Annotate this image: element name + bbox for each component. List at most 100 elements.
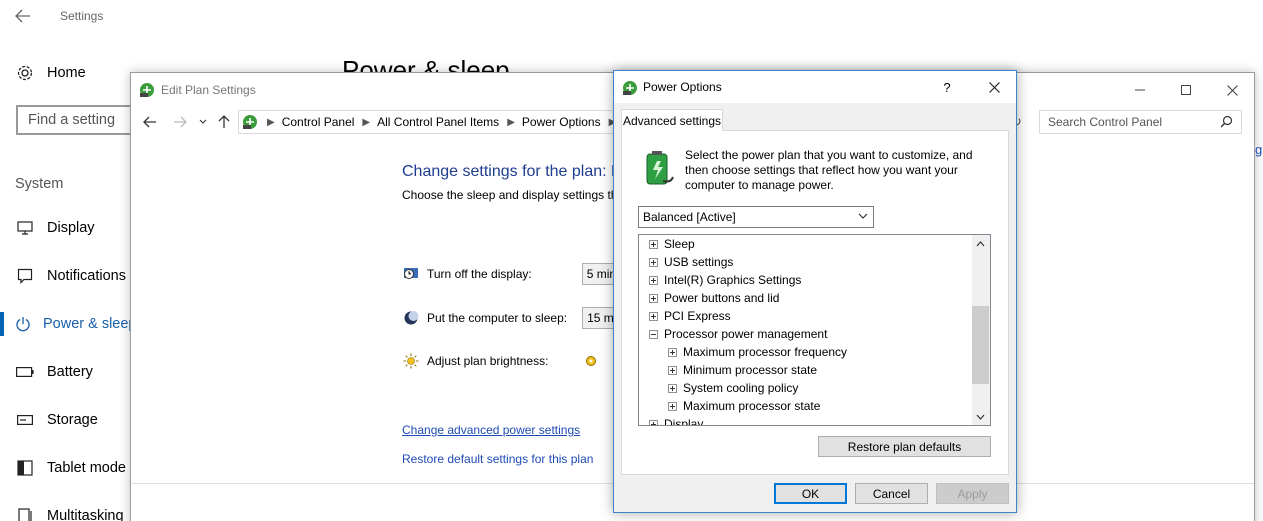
tree-scrollbar[interactable]	[972, 235, 990, 425]
window-title: Edit Plan Settings	[161, 83, 256, 97]
tree-item[interactable]: Power buttons and lid	[649, 289, 779, 307]
storage-icon	[15, 415, 35, 425]
expand-plus-icon[interactable]	[649, 311, 658, 321]
expand-plus-icon[interactable]	[649, 275, 658, 285]
expand-plus-icon[interactable]	[668, 383, 677, 393]
back-arrow-icon[interactable]	[14, 8, 34, 24]
up-button[interactable]	[215, 114, 233, 130]
power-plan-value: Balanced [Active]	[643, 210, 736, 224]
restore-default-settings-link[interactable]: Restore default settings for this plan	[402, 452, 593, 466]
tree-item[interactable]: Maximum processor state	[668, 397, 820, 415]
expand-plus-icon[interactable]	[668, 347, 677, 357]
expand-plus-icon[interactable]	[649, 419, 658, 425]
tree-item[interactable]: Maximum processor frequency	[668, 343, 847, 361]
tree-item-label: System cooling policy	[683, 381, 799, 395]
display-timeout-label: Turn off the display:	[427, 267, 532, 281]
tree-item-label: Processor power management	[664, 327, 828, 341]
tree-item[interactable]: Processor power management	[649, 325, 827, 343]
dialog-title: Power Options	[643, 80, 722, 94]
change-advanced-power-settings-link[interactable]: Change advanced power settings	[402, 423, 580, 437]
control-panel-search-input[interactable]: Search Control Panel	[1039, 110, 1242, 134]
section-label: System	[15, 176, 64, 192]
nav-label: Power & sleep	[43, 316, 131, 332]
maximize-button[interactable]	[1163, 73, 1209, 107]
battery-icon	[15, 367, 35, 377]
tab-advanced-settings[interactable]: Advanced settings	[621, 109, 723, 131]
tree-item[interactable]: System cooling policy	[668, 379, 798, 397]
tree-item[interactable]: Intel(R) Graphics Settings	[649, 271, 801, 289]
nav-item-power-sleep[interactable]: Power & sleep	[0, 300, 131, 348]
home-nav-item[interactable]: Home	[16, 62, 86, 84]
nav-item-battery[interactable]: Battery	[0, 348, 131, 396]
close-button[interactable]	[1209, 73, 1255, 107]
expand-plus-icon[interactable]	[649, 293, 658, 303]
breadcrumb-separator-icon: ▶	[507, 116, 515, 128]
sleep-timeout-row: Put the computer to sleep: 15 m	[402, 307, 623, 329]
tree-item[interactable]: Minimum processor state	[668, 361, 817, 379]
sleep-timeout-label: Put the computer to sleep:	[427, 311, 568, 325]
tree-item[interactable]: Sleep	[649, 235, 695, 253]
breadcrumb-all-items[interactable]: All Control Panel Items	[377, 115, 499, 129]
display-timer-icon	[402, 266, 420, 282]
tree-item-label: Power buttons and lid	[664, 291, 780, 305]
tree-item-label: Minimum processor state	[683, 363, 818, 377]
minimize-button[interactable]	[1117, 73, 1163, 107]
expand-plus-icon[interactable]	[668, 365, 677, 375]
tree-item-label: Display	[664, 417, 704, 426]
apply-button[interactable]: Apply	[936, 483, 1009, 504]
nav-item-storage[interactable]: Storage	[0, 396, 131, 444]
close-button[interactable]	[971, 71, 1017, 103]
scroll-down-arrow-icon[interactable]	[972, 408, 989, 425]
multitasking-icon	[15, 508, 35, 521]
nav-label: Tablet mode	[47, 460, 126, 476]
nav-item-display[interactable]: Display	[0, 204, 131, 252]
display-timeout-row: Turn off the display: 5 min	[402, 263, 642, 285]
settings-nav: Display Notifications Power & sleep Batt…	[0, 204, 131, 521]
expand-plus-icon[interactable]	[668, 401, 677, 411]
breadcrumb-power-options[interactable]: Power Options	[522, 115, 601, 129]
power-icon	[15, 316, 31, 332]
brightness-sun-icon	[402, 353, 420, 369]
restore-plan-defaults-button[interactable]: Restore plan defaults	[818, 436, 991, 457]
settings-tree: Sleep USB settings Intel(R) Graphics Set…	[638, 234, 991, 426]
plan-subheading: Choose the sleep and display settings th	[402, 188, 618, 202]
expand-plus-icon[interactable]	[649, 257, 658, 267]
tree-item-label: Sleep	[664, 237, 695, 251]
scrollbar-thumb[interactable]	[972, 306, 989, 384]
sleep-moon-icon	[402, 310, 420, 326]
search-icon[interactable]	[1220, 115, 1233, 128]
ok-button[interactable]: OK	[774, 483, 847, 504]
nav-label: Battery	[47, 364, 93, 380]
breadcrumb-separator-icon: ▶	[362, 116, 371, 128]
power-options-dialog: Power Options ? Advanced settings Select…	[613, 70, 1017, 513]
power-options-app-icon	[138, 81, 156, 99]
breadcrumb-control-panel[interactable]: Control Panel	[282, 115, 355, 129]
scroll-up-arrow-icon[interactable]	[972, 235, 989, 252]
breadcrumb-separator-icon: ▶	[267, 116, 275, 128]
expand-plus-icon[interactable]	[649, 239, 658, 249]
nav-label: Multitasking	[47, 508, 124, 521]
nav-item-tablet-mode[interactable]: Tablet mode	[0, 444, 131, 492]
cancel-button[interactable]: Cancel	[855, 483, 928, 504]
offscreen-link-fragment[interactable]: g	[1255, 142, 1262, 157]
monitor-icon	[15, 221, 35, 235]
tree-item[interactable]: PCI Express	[649, 307, 731, 325]
brightness-row: Adjust plan brightness:	[402, 350, 597, 372]
recent-locations-chevron-icon[interactable]	[194, 114, 212, 130]
tree-item-label: Maximum processor frequency	[683, 345, 848, 359]
brightness-slider-thumb[interactable]	[585, 355, 597, 367]
gear-icon	[16, 64, 36, 82]
search-placeholder: Search Control Panel	[1048, 115, 1163, 129]
nav-item-multitasking[interactable]: Multitasking	[0, 492, 131, 521]
nav-item-notifications[interactable]: Notifications	[0, 252, 131, 300]
chevron-down-icon	[858, 213, 868, 219]
help-button[interactable]: ?	[932, 71, 962, 103]
breadcrumb[interactable]: ▶ Control Panel ▶ All Control Panel Item…	[238, 110, 628, 134]
collapse-minus-icon[interactable]	[649, 329, 658, 339]
back-button[interactable]	[141, 114, 159, 130]
plan-heading: Change settings for the plan: B	[402, 163, 622, 180]
forward-button[interactable]	[171, 114, 189, 130]
tree-item[interactable]: Display	[649, 415, 704, 426]
power-plan-select[interactable]: Balanced [Active]	[638, 206, 874, 228]
tree-item[interactable]: USB settings	[649, 253, 733, 271]
